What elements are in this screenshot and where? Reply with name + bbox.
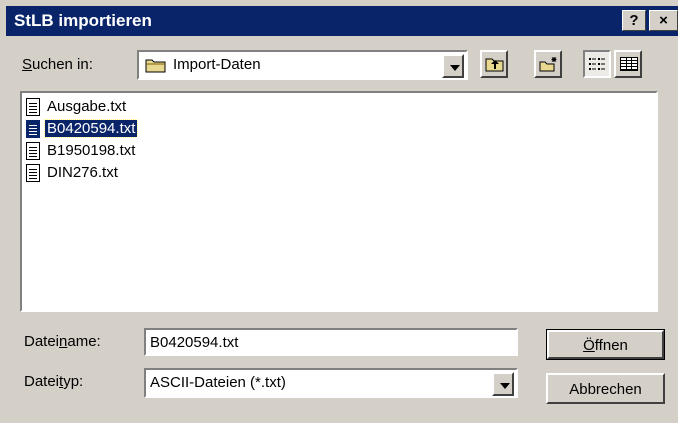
list-view-icon xyxy=(589,57,607,75)
filename-value: B0420594.txt xyxy=(150,334,239,351)
file-name: DIN276.txt xyxy=(47,164,118,181)
folder-icon xyxy=(145,57,167,77)
lookin-label-rest: uchen in: xyxy=(32,56,93,73)
lookin-dropdown[interactable]: Import-Daten xyxy=(137,50,468,80)
open-label-accel: Ö xyxy=(583,337,595,354)
filename-label: Dateiname: xyxy=(24,333,101,350)
lookin-label-accel: S xyxy=(22,56,33,73)
title-bar[interactable]: StLB importieren ? × xyxy=(6,6,678,36)
open-label-rest: ffnen xyxy=(594,337,628,354)
filetype-value: ASCII-Dateien (*.txt) xyxy=(150,374,286,391)
open-button[interactable]: Öffnen xyxy=(546,329,665,360)
new-folder-button[interactable] xyxy=(534,50,562,78)
filename-label-text: Datei xyxy=(24,333,60,350)
file-name: Ausgabe.txt xyxy=(47,98,127,115)
up-one-level-icon xyxy=(485,56,505,76)
filename-input[interactable]: B0420594.txt xyxy=(144,328,518,356)
chevron-down-icon xyxy=(450,65,460,71)
new-folder-icon xyxy=(539,56,559,76)
dialog-window: StLB importieren ? × Suchen in: Import-D… xyxy=(0,0,678,423)
text-file-icon xyxy=(26,142,40,160)
filetype-dropdown-button[interactable] xyxy=(492,372,514,396)
details-view-button[interactable] xyxy=(614,50,642,78)
text-file-icon xyxy=(26,98,40,116)
text-file-icon xyxy=(26,164,40,182)
filetype-dropdown[interactable]: ASCII-Dateien (*.txt) xyxy=(144,368,518,398)
details-view-icon xyxy=(620,57,638,75)
filename-label-rest: ame: xyxy=(67,333,101,350)
file-name: B0420594.txt xyxy=(43,119,139,138)
up-one-level-button[interactable] xyxy=(480,50,508,78)
lookin-dropdown-button[interactable] xyxy=(442,54,464,78)
cancel-button[interactable]: Abbrechen xyxy=(546,373,665,404)
filetype-label-text: Datei xyxy=(24,373,60,390)
file-list[interactable]: Ausgabe.txt B0420594.txt B1950198.txt DI… xyxy=(20,91,658,312)
lookin-value: Import-Daten xyxy=(173,56,261,73)
dialog-title: StLB importieren xyxy=(14,11,152,30)
help-button[interactable]: ? xyxy=(622,10,646,31)
filetype-label: Dateityp: xyxy=(24,373,83,390)
filetype-label-rest: yp: xyxy=(63,373,84,390)
file-name: B1950198.txt xyxy=(47,142,136,159)
close-button[interactable]: × xyxy=(649,10,678,31)
text-file-icon xyxy=(26,120,40,138)
lookin-label: Suchen in: xyxy=(22,56,93,73)
list-view-button[interactable] xyxy=(583,50,611,78)
chevron-down-icon xyxy=(500,383,510,389)
